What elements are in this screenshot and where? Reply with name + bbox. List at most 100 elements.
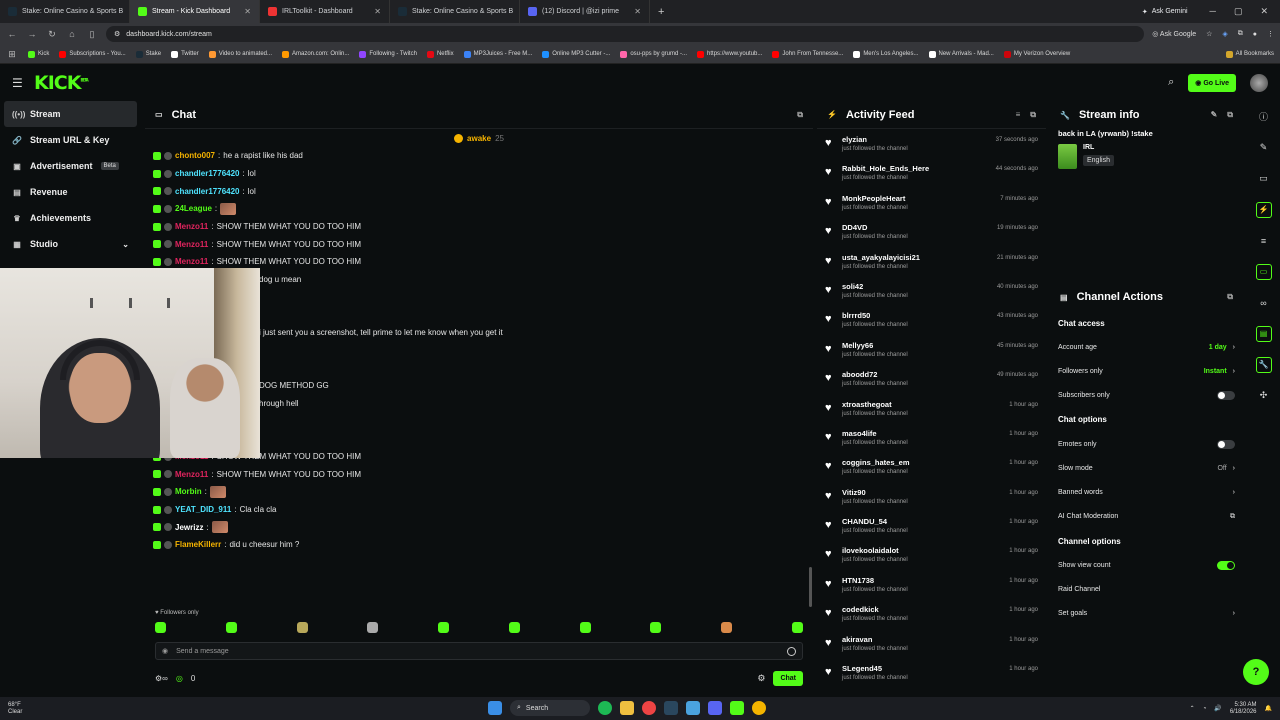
- chat-scrollbar[interactable]: [809, 567, 812, 607]
- go-live-button[interactable]: ◉ Go Live: [1188, 73, 1236, 92]
- chat-username[interactable]: Morbin: [175, 487, 202, 496]
- follower-name[interactable]: MonkPeopleHeart: [842, 194, 908, 204]
- chat-username[interactable]: FlameKillerr: [175, 540, 221, 549]
- ask-google-button[interactable]: ◎ Ask Google: [1152, 30, 1196, 38]
- apps-grid-icon[interactable]: ⊞: [6, 49, 18, 60]
- bookmark-item[interactable]: Amazon.com: Onlin...: [282, 50, 349, 58]
- chat-username[interactable]: chandler1776420: [175, 169, 240, 178]
- bookmark-item[interactable]: New Arrivals - Mad...: [928, 50, 994, 58]
- kick-logo[interactable]: KICKBETA: [34, 72, 89, 94]
- follower-name[interactable]: elyzian: [842, 135, 908, 145]
- bookmark-item[interactable]: Kick: [28, 50, 49, 58]
- bookmark-item[interactable]: My Verizon Overview: [1003, 50, 1070, 58]
- file-explorer-icon[interactable]: [620, 701, 634, 715]
- steam-icon[interactable]: [664, 701, 678, 715]
- chat-username[interactable]: chandler1776420: [175, 187, 240, 196]
- bookmark-item[interactable]: Netflix: [426, 50, 454, 58]
- bookmark-item[interactable]: Video to animated...: [208, 50, 272, 58]
- follower-name[interactable]: Rabbit_Hole_Ends_Here: [842, 164, 929, 174]
- bookmark-item[interactable]: Online MP3 Cutter -...: [542, 50, 610, 58]
- profile-icon[interactable]: ●: [1253, 31, 1257, 38]
- follower-name[interactable]: maso4life: [842, 429, 908, 439]
- follower-name[interactable]: xtroasthegoat: [842, 400, 908, 410]
- puzzle-icon[interactable]: ✣: [1247, 380, 1280, 411]
- emoji-picker-icon[interactable]: [787, 646, 796, 656]
- bookmark-item[interactable]: Following - Twitch: [359, 50, 417, 58]
- sidebar-item-achievements[interactable]: ♛ Achievements: [4, 205, 137, 231]
- follower-name[interactable]: coggins_hates_em: [842, 458, 910, 468]
- info-icon[interactable]: ⓘ: [1247, 101, 1280, 132]
- send-chat-button[interactable]: Chat: [773, 670, 803, 686]
- emote-shortcut[interactable]: [438, 622, 450, 633]
- chat-username[interactable]: chonto007: [175, 151, 215, 160]
- sidebar-item-advertisement[interactable]: ▣ Advertisement Beta: [4, 153, 137, 179]
- bookmark-item[interactable]: John From Tennesse...: [772, 50, 843, 58]
- emote-shortcut[interactable]: [296, 622, 308, 633]
- popout-icon[interactable]: ⧉: [797, 110, 803, 120]
- follower-name[interactable]: codedkick: [842, 605, 908, 615]
- search-icon[interactable]: ⌕: [1168, 76, 1174, 89]
- chrome-icon[interactable]: [642, 701, 656, 715]
- reload-icon[interactable]: ↻: [46, 29, 58, 40]
- link-icon[interactable]: ∞: [1247, 287, 1280, 318]
- emote-shortcut[interactable]: [721, 622, 733, 633]
- browser-tab[interactable]: Stake: Online Casino & Sports B✕: [390, 0, 520, 23]
- wrench-panel-icon[interactable]: 🔧: [1247, 349, 1280, 380]
- followers-only-row[interactable]: Followers only Instant ›: [1050, 359, 1243, 383]
- bookmark-item[interactable]: MP3Juices - Free M...: [463, 50, 532, 58]
- bookmark-item[interactable]: osu-pps by grumd -...: [620, 50, 687, 58]
- edit-pencil-icon[interactable]: ✎: [1211, 110, 1218, 120]
- sidebar-item-revenue[interactable]: ▤ Revenue: [4, 179, 137, 205]
- bolt-panel-icon[interactable]: ⚡: [1247, 194, 1280, 225]
- emotes-only-toggle[interactable]: [1217, 439, 1235, 449]
- popout-icon[interactable]: ⧉: [1227, 292, 1233, 302]
- notification-bell-icon[interactable]: 🔔: [1265, 705, 1272, 712]
- bookmark-item[interactable]: Stake: [135, 50, 161, 58]
- chat-username[interactable]: 24League: [175, 204, 212, 213]
- browser-tab-active[interactable]: Stream - Kick Dashboard ✕: [130, 0, 260, 23]
- sidebar-item-studio[interactable]: ▦ Studio ⌄: [4, 231, 137, 257]
- bookmark-item[interactable]: Twitter: [171, 50, 199, 58]
- extension-icon[interactable]: ◈: [1222, 30, 1227, 38]
- system-clock[interactable]: 5:30 AM 6/18/2026: [1230, 702, 1257, 716]
- menu-dots-icon[interactable]: ⋮: [1267, 30, 1274, 38]
- chat-username[interactable]: Menzo11: [175, 240, 208, 249]
- all-bookmarks-button[interactable]: All Bookmarks: [1225, 50, 1274, 58]
- actions-panel-icon[interactable]: ▤: [1247, 318, 1280, 349]
- ask-gemini-button[interactable]: ✦ Ask Gemini: [1132, 8, 1198, 16]
- slow-mode-row[interactable]: Slow mode Off ›: [1050, 456, 1243, 480]
- emote-shortcut[interactable]: [791, 622, 803, 633]
- popout-icon[interactable]: ⧉: [1030, 110, 1036, 120]
- chat-settings-gear-icon[interactable]: ⚙: [757, 673, 765, 684]
- follower-name[interactable]: ilovekoolaidalot: [842, 546, 908, 556]
- close-tab-icon[interactable]: ✕: [244, 7, 251, 16]
- close-tab-icon[interactable]: ✕: [634, 7, 641, 16]
- url-field[interactable]: ⚙ dashboard.kick.com/stream: [106, 26, 1145, 42]
- bookmark-star-icon[interactable]: ☆: [1206, 30, 1212, 38]
- home-icon[interactable]: ⌂: [66, 29, 78, 39]
- follower-name[interactable]: usta_ayakyalayicisi21: [842, 253, 920, 263]
- set-goals-row[interactable]: Set goals ›: [1050, 602, 1243, 626]
- forward-arrow-icon[interactable]: →: [26, 29, 38, 39]
- site-info-icon[interactable]: ⚙: [114, 30, 120, 38]
- follower-name[interactable]: Mellyy66: [842, 341, 908, 351]
- sidebar-item-stream-url-key[interactable]: 🔗 Stream URL & Key: [4, 127, 137, 153]
- maximize-icon[interactable]: ▢: [1234, 6, 1243, 17]
- ai-chat-moderation-row[interactable]: AI Chat Moderation ⧉: [1050, 505, 1243, 529]
- chat-username[interactable]: YEAT_DID_911: [175, 505, 231, 514]
- user-avatar[interactable]: [1250, 73, 1268, 92]
- browser-tab[interactable]: (12) Discord | @izi prime ✕: [520, 0, 650, 23]
- chat-tools-icon[interactable]: ⚙∞: [155, 674, 168, 683]
- volume-icon[interactable]: 🔊: [1214, 705, 1221, 712]
- emote-shortcut[interactable]: [579, 622, 591, 633]
- minimize-icon[interactable]: ─: [1210, 6, 1216, 17]
- follower-name[interactable]: blrrrd50: [842, 311, 908, 321]
- bookmark-item[interactable]: Subscriptions - You...: [59, 50, 126, 58]
- emote-shortcut[interactable]: [508, 622, 520, 633]
- tray-chevron-icon[interactable]: ⌃: [1190, 705, 1195, 712]
- discord-icon[interactable]: [708, 701, 722, 715]
- layout-icon[interactable]: ▭: [1247, 163, 1280, 194]
- chat-panel-icon[interactable]: ▭: [1247, 256, 1280, 287]
- follower-name[interactable]: soli42: [842, 282, 908, 292]
- subscribers-only-toggle[interactable]: [1217, 391, 1235, 401]
